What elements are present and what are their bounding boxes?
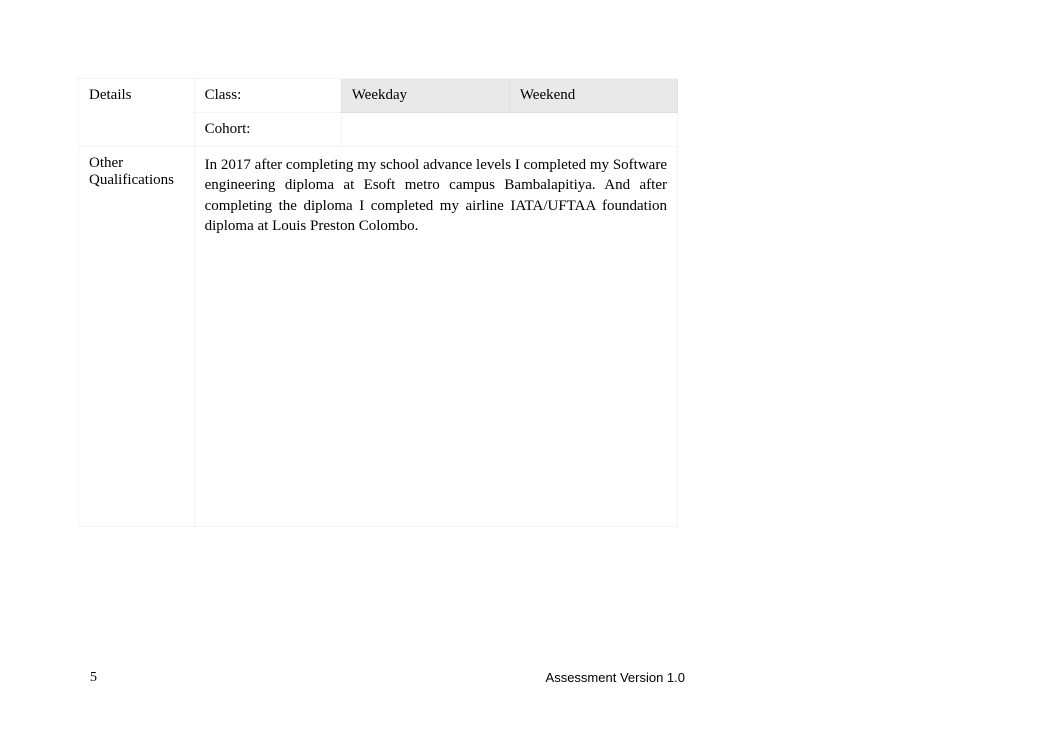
- details-row-class: Details Class: Weekday Weekend: [79, 79, 678, 113]
- qualifications-row: Other Qualifications In 2017 after compl…: [79, 147, 678, 527]
- form-table: Details Class: Weekday Weekend Cohort: O…: [78, 78, 678, 527]
- page-footer: 5 Assessment Version 1.0: [90, 670, 685, 686]
- details-row-label: Details: [79, 79, 195, 147]
- class-option-weekday: Weekday: [341, 79, 509, 113]
- assessment-version: Assessment Version 1.0: [546, 670, 685, 685]
- cohort-label: Cohort:: [194, 113, 341, 147]
- class-label: Class:: [194, 79, 341, 113]
- page-number: 5: [90, 670, 97, 686]
- cohort-value-cell: [341, 113, 677, 147]
- qualifications-text: In 2017 after completing my school advan…: [194, 147, 677, 527]
- qualifications-row-label: Other Qualifications: [79, 147, 195, 527]
- class-option-weekend: Weekend: [509, 79, 677, 113]
- form-page: Details Class: Weekday Weekend Cohort: O…: [78, 78, 678, 527]
